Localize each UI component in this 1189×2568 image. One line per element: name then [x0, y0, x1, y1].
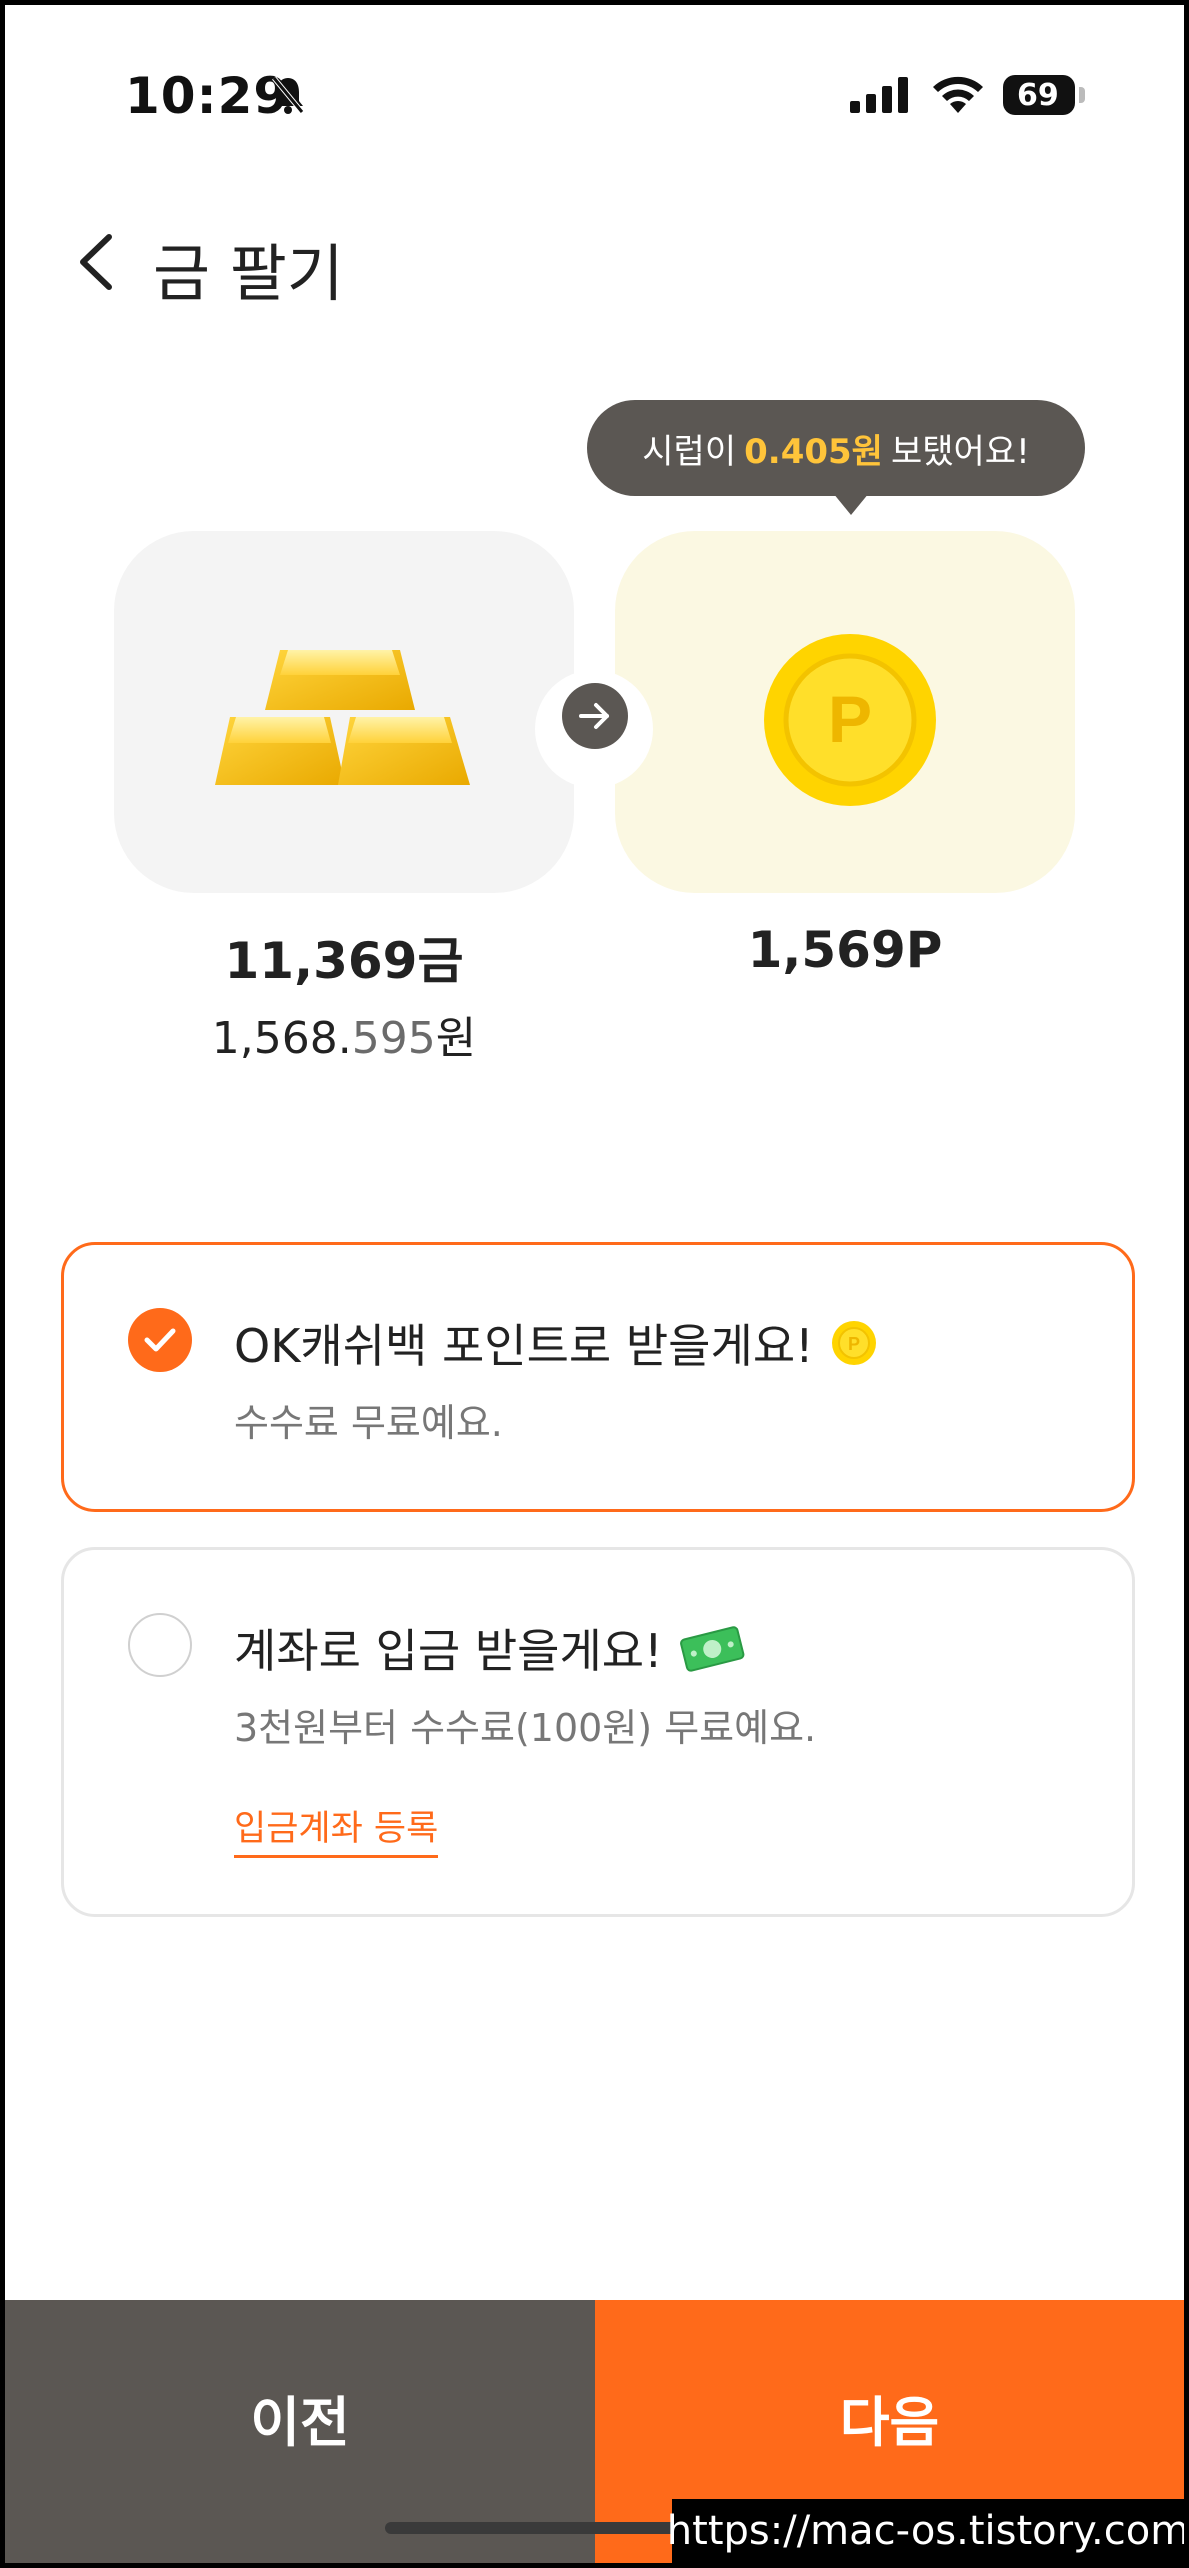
option-subtitle: 수수료 무료예요.: [234, 1401, 503, 1445]
radio-unchecked[interactable]: [128, 1613, 192, 1677]
gold-won-unit: 원: [435, 1013, 477, 1064]
option-title: OK캐쉬백 포인트로 받을게요! P: [234, 1310, 878, 1376]
page-title: 금 팔기: [153, 237, 344, 310]
battery-nub: [1079, 87, 1085, 103]
option-title: 계좌로 입금 받을게요!: [234, 1615, 745, 1681]
gold-won-integer: 1,568.: [211, 1013, 352, 1064]
gold-bars-icon: [215, 650, 470, 785]
option-subtitle: 3천원부터 수수료(100원) 무료예요.: [234, 1706, 817, 1750]
option-bank-account[interactable]: 계좌로 입금 받을게요! 3천원부터 수수료(100원) 무료예요. 입금계좌 …: [61, 1547, 1135, 1917]
tooltip-suffix: 보탰어요!: [890, 431, 1030, 472]
cellular-signal-icon: [850, 77, 908, 113]
option-title-text: OK캐쉬백 포인트로 받을게요!: [234, 1319, 814, 1373]
small-coin-letter: P: [848, 1334, 860, 1354]
battery-indicator: 69: [1003, 75, 1075, 115]
option-okcashbag[interactable]: OK캐쉬백 포인트로 받을게요! P 수수료 무료예요.: [61, 1242, 1135, 1512]
register-account-link[interactable]: 입금계좌 등록: [234, 1800, 439, 1858]
bonus-tooltip: 시럽이 0.405원 보탰어요!: [587, 400, 1085, 496]
money-bill-icon: [679, 1623, 745, 1673]
point-amount: 1,569P: [747, 921, 943, 979]
bell-muted-icon: [272, 76, 304, 114]
tooltip-highlight: 0.405원: [744, 431, 883, 472]
gold-won-decimal: 595: [351, 1013, 436, 1064]
back-chevron-icon[interactable]: [67, 227, 127, 297]
tooltip-prefix: 시럽이: [642, 431, 737, 472]
point-coin-small-icon: P: [830, 1319, 878, 1367]
coin-letter: P: [828, 682, 872, 756]
watermark: https://mac-os.tistory.com: [667, 2499, 1184, 2563]
wifi-icon: [933, 76, 983, 113]
point-coin-icon: P: [764, 634, 936, 806]
gold-won-value: 1,568.595원: [114, 1002, 574, 1066]
gold-amount: 11,369금: [224, 932, 464, 990]
status-time: 10:29: [125, 67, 290, 125]
screen: 10:29 69 금 팔기 시럽이 0.405원 보탰어요! P 11,369금…: [5, 5, 1184, 2563]
arrow-right-icon: [562, 683, 628, 749]
radio-checked[interactable]: [128, 1308, 192, 1372]
option-title-text: 계좌로 입금 받을게요!: [234, 1624, 663, 1678]
tooltip-tail: [833, 493, 869, 515]
